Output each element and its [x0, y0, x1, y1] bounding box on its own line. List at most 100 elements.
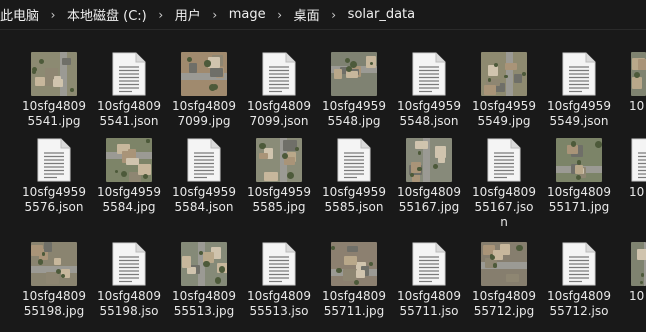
file-name-line: 10sfg4809	[397, 185, 461, 199]
json-file-item[interactable]: 10sfg4959 5576.json	[17, 136, 91, 215]
file-name-line: 10sfg4959	[322, 99, 386, 113]
file-name-line: 55712.jso	[549, 304, 609, 318]
file-name-label: 10sfg4959 5584.jpg	[92, 185, 166, 215]
file-name-line: 5548.jpg	[327, 114, 381, 128]
chevron-right-icon[interactable]: ›	[203, 8, 227, 22]
file-name-line: 10sfg4809	[97, 289, 161, 303]
jpg-file-item[interactable]: 10sfg4959 5548.jpg	[317, 50, 391, 129]
json-file-item[interactable]: 10sfg4809 55513.jso	[242, 240, 316, 319]
json-file-item[interactable]: 10sfg4959 5585.json	[317, 136, 391, 215]
chevron-right-icon[interactable]: ›	[149, 8, 173, 22]
document-icon	[262, 52, 296, 96]
jpg-file-item[interactable]: 10sfg4809 55198.jpg	[17, 240, 91, 319]
file-name-label: 10sfg4809 5541.jpg	[17, 99, 91, 129]
file-name-line: 10sfg4959	[97, 185, 161, 199]
chevron-right-icon[interactable]: ›	[41, 8, 65, 22]
json-file-item[interactable]: 10sfg4959 5549.json	[542, 50, 616, 129]
file-name-label: 10sfg4809 55513.jpg	[167, 289, 241, 319]
partially-visible-file-item[interactable]: 10	[617, 136, 646, 200]
jpg-file-item[interactable]: 10sfg4959 5549.jpg	[467, 50, 541, 129]
file-name-line: 7099.json	[249, 114, 309, 128]
file-name-label: 10sfg4959 5549.jpg	[467, 99, 541, 129]
file-name-line: 10sfg4809	[22, 289, 86, 303]
file-name-label: 10sfg4809 55171.jpg	[542, 185, 616, 215]
jpg-file-item[interactable]: 10sfg4959 5585.jpg	[242, 136, 316, 215]
file-name-label: 10	[629, 99, 645, 113]
file-name-line: 55198.jpg	[23, 304, 85, 318]
file-name-line: 55513.jso	[249, 304, 309, 318]
file-name-label: 10	[629, 289, 645, 303]
document-icon	[337, 138, 371, 182]
file-name-line: 5584.jpg	[102, 200, 156, 214]
file-name-line: 10sfg4959	[247, 185, 311, 199]
file-name-line: 5548.json	[399, 114, 459, 128]
file-name-line: 55167.jso	[474, 200, 534, 214]
document-icon	[187, 138, 221, 182]
file-name-line: 10sfg4809	[172, 99, 236, 113]
breadcrumb-this-pc[interactable]: 此电脑	[0, 5, 41, 24]
file-name-label: 10sfg4809 55198.jso	[92, 289, 166, 319]
file-name-line: 10sfg4959	[22, 185, 86, 199]
image-thumbnail	[481, 52, 527, 96]
file-name-line: 55711.jso	[399, 304, 459, 318]
file-name-line: 10sfg4809	[97, 99, 161, 113]
chevron-right-icon[interactable]: ›	[322, 8, 346, 22]
breadcrumb-local-disk[interactable]: 本地磁盘 (C:)	[65, 5, 149, 24]
jpg-file-item[interactable]: 10sfg4959 5584.jpg	[92, 136, 166, 215]
json-file-item[interactable]: 10sfg4809 55198.jso	[92, 240, 166, 319]
image-thumbnail	[406, 138, 452, 182]
file-name-label: 10sfg4959 5585.json	[317, 185, 391, 215]
file-name-label: 10	[629, 185, 645, 199]
file-name-label: 10sfg4809 55712.jpg	[467, 289, 541, 319]
file-name-line: 5576.json	[24, 200, 84, 214]
breadcrumb-users[interactable]: 用户	[173, 5, 203, 24]
chevron-right-icon[interactable]: ›	[268, 8, 292, 22]
json-file-item[interactable]: 10sfg4809 55711.jso	[392, 240, 466, 319]
json-file-item[interactable]: 10sfg4809 55167.jso n	[467, 136, 541, 230]
document-icon	[112, 242, 146, 286]
file-name-label: 10sfg4809 55167.jpg	[392, 185, 466, 215]
file-name-line: 55712.jpg	[473, 304, 535, 318]
json-file-item[interactable]: 10sfg4959 5548.json	[392, 50, 466, 129]
image-thumbnail	[31, 242, 77, 286]
jpg-file-item[interactable]: 10sfg4809 55167.jpg	[392, 136, 466, 215]
file-name-label: 10sfg4809 5541.json	[92, 99, 166, 129]
jpg-file-item[interactable]: 10sfg4809 55712.jpg	[467, 240, 541, 319]
json-file-item[interactable]: 10sfg4809 55712.jso	[542, 240, 616, 319]
file-name-line: 10sfg4809	[547, 185, 611, 199]
file-name-line: 7099.jpg	[177, 114, 231, 128]
breadcrumb-desktop[interactable]: 桌面	[292, 5, 322, 24]
file-name-label: 10sfg4959 5585.jpg	[242, 185, 316, 215]
image-thumbnail	[481, 242, 527, 286]
file-name-line: 55198.jso	[99, 304, 159, 318]
file-name-label: 10sfg4959 5576.json	[17, 185, 91, 215]
jpg-file-item[interactable]: 10sfg4809 55171.jpg	[542, 136, 616, 215]
file-name-line: 10sfg4959	[472, 99, 536, 113]
document-icon	[412, 52, 446, 96]
jpg-file-item[interactable]: 10sfg4809 55513.jpg	[167, 240, 241, 319]
file-name-line: 5585.jpg	[252, 200, 306, 214]
json-file-item[interactable]: 10sfg4809 5541.json	[92, 50, 166, 129]
file-name-line: 55171.jpg	[548, 200, 610, 214]
jpg-file-item[interactable]: 10sfg4809 7099.jpg	[167, 50, 241, 129]
file-grid: 10sfg4809 5541.jpg 10sfg4809 5541.json 10sfg…	[0, 30, 646, 332]
breadcrumb-mage[interactable]: mage	[227, 7, 268, 22]
document-icon	[37, 138, 71, 182]
breadcrumb-solar-data[interactable]: solar_data	[346, 7, 417, 22]
partially-visible-file-item[interactable]: 10	[617, 240, 646, 304]
partially-visible-file-item[interactable]: 10	[617, 50, 646, 114]
json-file-item[interactable]: 10sfg4809 7099.json	[242, 50, 316, 129]
image-thumbnail	[31, 52, 77, 96]
jpg-file-item[interactable]: 10sfg4809 5541.jpg	[17, 50, 91, 129]
jpg-file-item[interactable]: 10sfg4809 55711.jpg	[317, 240, 391, 319]
file-name-label: 10sfg4809 7099.json	[242, 99, 316, 129]
file-name-line: 10sfg4809	[247, 99, 311, 113]
file-name-label: 10sfg4959 5549.json	[542, 99, 616, 129]
json-file-item[interactable]: 10sfg4959 5584.json	[167, 136, 241, 215]
file-name-label: 10sfg4809 55513.jso	[242, 289, 316, 319]
file-name-label: 10sfg4809 55198.jpg	[17, 289, 91, 319]
document-icon	[112, 52, 146, 96]
file-name-line: 10sfg4809	[322, 289, 386, 303]
file-name-label: 10sfg4809 55711.jso	[392, 289, 466, 319]
file-name-line: 10sfg4809	[172, 289, 236, 303]
